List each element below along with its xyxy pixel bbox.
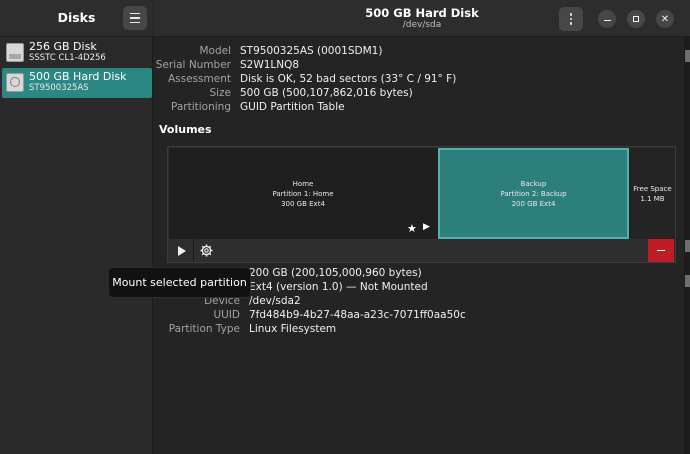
serial-label: Serial Number [155,59,231,71]
mount-tooltip: Mount selected partition [108,267,251,298]
minimize-button[interactable] [598,10,616,28]
partition-size: 1.1 MB [640,194,665,203]
volumes-panel: Home Partition 1: Home 300 GB Ext4 ★ ▶ B… [167,146,676,263]
disk-menu-button[interactable] [559,7,583,31]
partition-backup[interactable]: Backup Partition 2: Backup 200 GB Ext4 [438,148,629,239]
play-icon [177,245,186,256]
partition-size: 200 GB Ext4 [511,199,556,208]
disk-item-256gb[interactable]: 256 GB Disk SSSTC CL1-4D256 [2,38,152,68]
disk-name: 256 GB Disk [29,40,97,53]
disk-model: ST9500325AS [29,83,89,93]
disk-sidebar: Disks 256 GB Disk SSSTC CL1-4D256 500 GB… [0,0,153,454]
volumes-heading: Volumes [159,123,212,136]
maximize-button[interactable] [627,10,645,28]
partitioning-label: Partitioning [171,101,231,113]
header-bar: 500 GB Hard Disk /dev/sda ✕ [154,0,690,37]
contents-value: Ext4 (version 1.0) — Not Mounted [249,281,428,293]
maximize-icon [633,16,639,22]
star-icon: ★ [407,222,417,235]
gear-icon [199,244,213,257]
uuid-value: 7fd484b9-4b27-48aa-a23c-7071ff0aa50c [249,309,466,321]
sidebar-header: Disks [0,0,153,37]
size-label: Size [209,87,231,99]
partition-free-space[interactable]: Free Space 1.1 MB [630,148,675,239]
partition-name: Free Space [633,184,672,193]
close-icon: ✕ [660,13,670,25]
partition-name: Home [292,179,314,188]
minus-icon [657,249,665,252]
partition-name: Backup [520,179,547,188]
disk-model: SSSTC CL1-4D256 [29,53,106,63]
partition-bar: Home Partition 1: Home 300 GB Ext4 ★ ▶ B… [169,148,675,239]
main-menu-button[interactable] [123,6,147,30]
partition-label: Partition 1: Home [272,189,334,198]
play-icon: ▶ [423,222,430,232]
disk-item-500gb[interactable]: 500 GB Hard Disk ST9500325AS [2,68,152,98]
assessment-label: Assessment [168,73,231,85]
partition-label: Partition 2: Backup [500,189,567,198]
partition-size-value: 200 GB (200,105,000,960 bytes) [249,267,422,279]
partition-options-button[interactable] [194,239,218,262]
hamburger-icon [130,11,140,25]
partition-home[interactable]: Home Partition 1: Home 300 GB Ext4 [169,148,437,239]
background-window-mark [685,50,690,62]
device-value: /dev/sda2 [249,295,301,307]
assessment-value: Disk is OK, 52 bad sectors (33° C / 91° … [240,73,457,85]
ssd-drive-icon [6,43,24,62]
serial-value: S2W1LNQ8 [240,59,300,71]
hard-disk-icon [6,73,24,92]
background-window-mark [685,240,690,252]
uuid-label: UUID [213,309,240,321]
size-value: 500 GB (500,107,862,016 bytes) [240,87,413,99]
partitioning-value: GUID Partition Table [240,101,345,113]
delete-partition-button[interactable] [648,239,674,262]
model-label: Model [199,45,231,57]
close-button[interactable]: ✕ [656,10,674,28]
background-window-mark [685,275,690,287]
disk-name: 500 GB Hard Disk [29,70,127,83]
partition-type-label: Partition Type [168,323,240,335]
vertical-dots-icon [569,12,573,26]
partition-size: 300 GB Ext4 [281,199,325,208]
model-value: ST9500325AS (0001SDM1) [240,45,383,57]
minimize-icon [603,19,611,22]
mount-button[interactable] [169,239,194,262]
partition-type-value: Linux Filesystem [249,323,337,335]
